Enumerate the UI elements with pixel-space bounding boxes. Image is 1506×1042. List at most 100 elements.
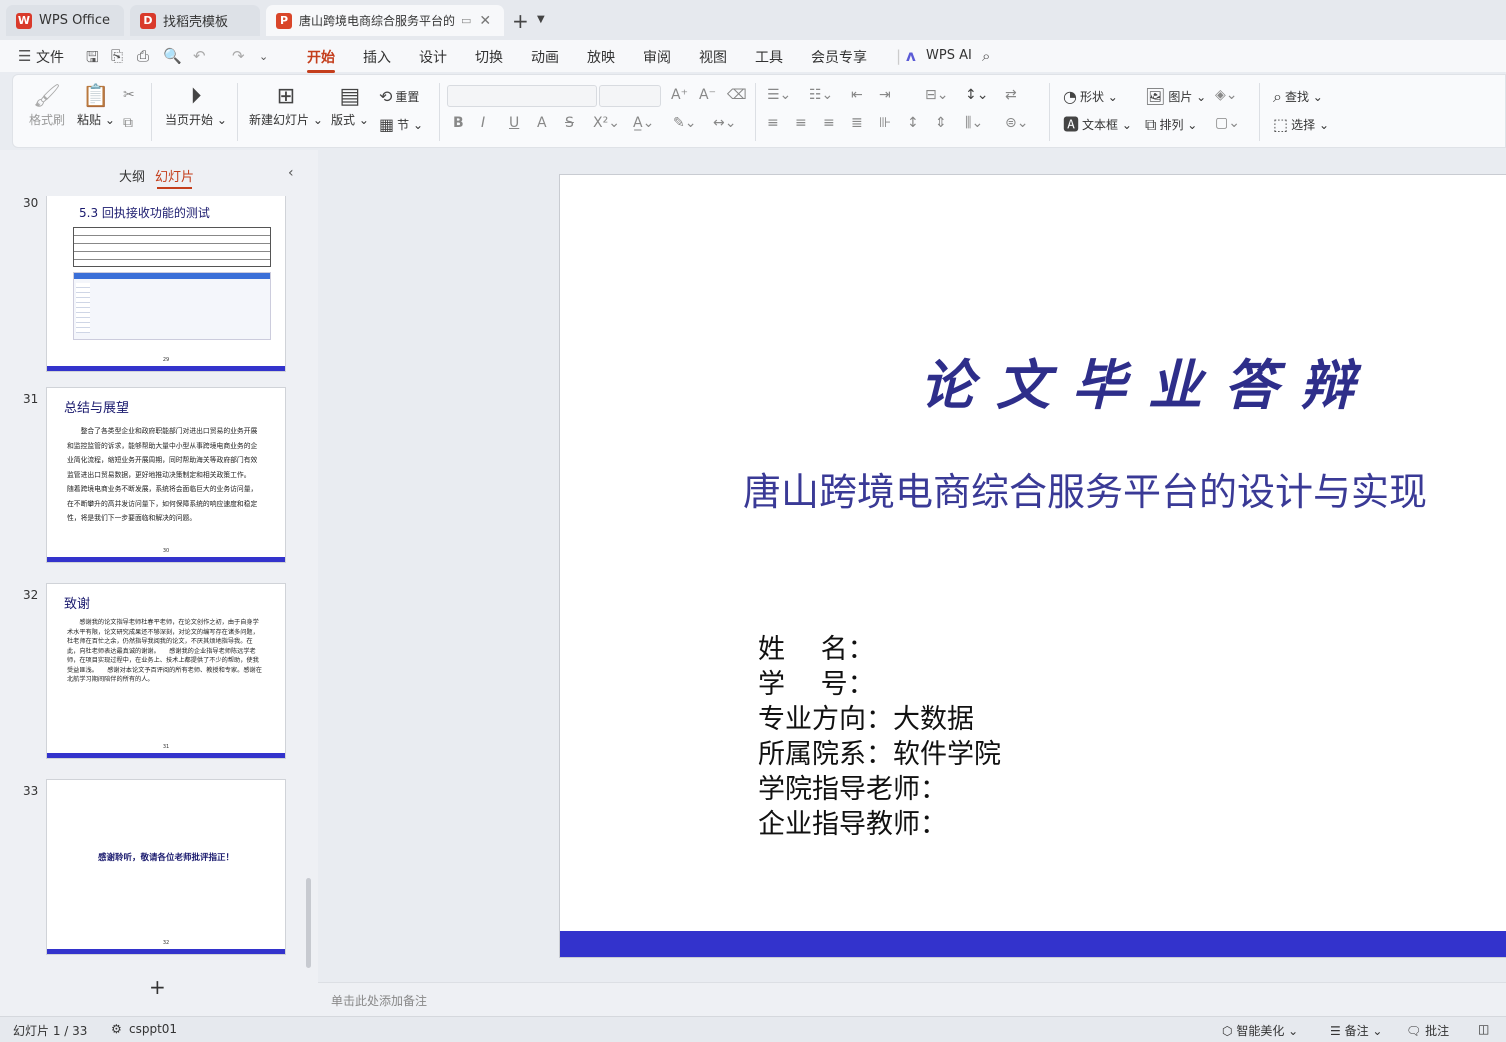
undo-icon[interactable]: ↶ (193, 47, 206, 65)
tab-wps-office[interactable]: W WPS Office (6, 5, 124, 36)
columns-icon[interactable]: ⫼⌄ (965, 115, 983, 131)
font-family-select[interactable] (447, 85, 597, 107)
sort-icon[interactable]: ↕⌄ (965, 87, 988, 103)
bold-icon[interactable]: B (453, 115, 464, 131)
notes-pane[interactable]: 单击此处添加备注 (318, 982, 1506, 1016)
bullets-icon[interactable]: ☰⌄ (767, 87, 791, 103)
decrease-indent-icon[interactable]: ⇤ (851, 87, 863, 103)
strikethrough-icon[interactable]: S (565, 115, 574, 131)
menu-file[interactable]: 文件 (36, 47, 64, 67)
search-icon[interactable]: ⌕ (982, 47, 990, 65)
arrange-button[interactable]: ⧉ 排列 ⌄ (1145, 116, 1197, 133)
convert-icon[interactable]: ⇄ (1005, 87, 1017, 103)
numbering-icon[interactable]: ☷⌄ (809, 87, 833, 103)
align-center-icon[interactable]: ≡ (795, 115, 807, 131)
share-icon[interactable]: ⎘ (111, 47, 123, 65)
justify-icon[interactable]: ≣ (851, 115, 863, 131)
menu-tools[interactable]: 工具 (755, 47, 783, 67)
redo-icon[interactable]: ↷ (232, 47, 245, 65)
increase-indent-icon[interactable]: ⇥ (879, 87, 891, 103)
align-right-icon[interactable]: ≡ (823, 115, 835, 131)
theme-name[interactable]: csppt01 (129, 1022, 177, 1036)
highlight-icon[interactable]: ✎⌄ (673, 115, 696, 131)
shape-button[interactable]: ◔ 形状 ⌄ (1063, 88, 1118, 105)
info-student-id[interactable]: 学 号： (758, 662, 875, 701)
italic-icon[interactable]: I (481, 115, 485, 131)
current-slide[interactable]: 论文毕业答辩 唐山跨境电商综合服务平台的设计与实现 姓 名： 学 号： 专业方向… (559, 174, 1506, 958)
print-preview-icon[interactable]: 🔍 (163, 47, 182, 65)
increase-font-icon[interactable]: A⁺ (671, 87, 688, 103)
slide-thumbnail-31[interactable]: 总结与展望 整合了各类型企业和政府职能部门对进出口贸易的业务开展和监控监管的诉求… (46, 387, 286, 563)
comments-button[interactable]: 🗨 批注 (1406, 1022, 1449, 1039)
text-direction-icon[interactable]: ⊟⌄ (925, 87, 948, 103)
tab-current-document[interactable]: P 唐山跨境电商综合服务平台的 ▭ ✕ (266, 5, 504, 36)
cut-icon[interactable]: ✂ (123, 87, 135, 103)
slide-subtitle[interactable]: 唐山跨境电商综合服务平台的设计与实现 (743, 461, 1427, 516)
menu-member[interactable]: 会员专享 (811, 47, 867, 67)
info-enterprise-advisor[interactable]: 企业指导教师： (758, 802, 947, 841)
find-button[interactable]: ⌕ 查找 ⌄ (1273, 88, 1323, 105)
menu-review[interactable]: 审阅 (643, 47, 671, 67)
layout-button[interactable]: ▤ 版式 ⌄ (331, 83, 369, 128)
font-size-select[interactable] (599, 85, 661, 107)
hamburger-menu-icon[interactable]: ☰ (18, 47, 31, 65)
line-spacing-icon[interactable]: ↕ (907, 115, 919, 131)
print-icon[interactable]: ⎙ (137, 47, 149, 65)
tab-outline[interactable]: 大纲 (119, 166, 145, 185)
panel-scrollbar[interactable] (306, 878, 311, 968)
save-icon[interactable]: 🖫 (86, 47, 99, 72)
fill-icon[interactable]: ◈⌄ (1215, 87, 1238, 103)
reset-button[interactable]: ⟲ 重置 (379, 88, 419, 105)
slide-thumbnail-33[interactable]: 感谢聆听，敬请各位老师批评指正！ 32 (46, 779, 286, 955)
beautify-button[interactable]: ⬡ 智能美化 ⌄ (1222, 1022, 1298, 1039)
picture-button[interactable]: 🖼 图片 ⌄ (1145, 88, 1206, 105)
menu-wps-ai[interactable]: WPS AI (926, 48, 972, 63)
align-left-icon[interactable]: ≡ (767, 115, 779, 131)
notes-button[interactable]: ☰ 备注 ⌄ (1330, 1022, 1382, 1039)
font-color-icon[interactable]: A̲⌄ (633, 115, 654, 131)
paragraph-spacing-icon[interactable]: ⇕ (935, 115, 947, 131)
info-major[interactable]: 专业方向：大数据 (758, 697, 974, 736)
new-tab-button[interactable]: + (512, 9, 529, 33)
superscript-icon[interactable]: X²⌄ (593, 115, 620, 131)
start-from-current-button[interactable]: ⏵ 当页开始 ⌄ (165, 83, 227, 128)
tab-docer-templates[interactable]: D 找稻壳模板 (130, 5, 260, 36)
slide-thumbnail-32[interactable]: 致谢 感谢我的论文指导老师杜春平老师，在论文创作之初，由于自身学术水平有限，论文… (46, 583, 286, 759)
menu-insert[interactable]: 插入 (363, 47, 391, 67)
char-spacing-icon[interactable]: ↔⌄ (713, 115, 736, 131)
info-academic-advisor[interactable]: 学院指导老师： (758, 767, 947, 806)
info-department[interactable]: 所属院系：软件学院 (758, 732, 1001, 771)
format-painter-button[interactable]: 🖌 格式刷 (29, 83, 65, 128)
tab-list-chevron-icon[interactable]: ▼ (537, 14, 545, 25)
add-slide-button[interactable]: + (149, 975, 166, 999)
slide-title[interactable]: 论文毕业答辩 (920, 341, 1376, 420)
info-name[interactable]: 姓 名： (758, 627, 875, 666)
section-button[interactable]: ▦ 节 ⌄ (379, 116, 423, 133)
clear-format-icon[interactable]: ⌫ (727, 87, 747, 103)
menu-slideshow[interactable]: 放映 (587, 47, 615, 67)
distribute-icon[interactable]: ⊪ (879, 115, 891, 131)
paste-button[interactable]: 📋 粘贴 ⌄ (77, 83, 115, 128)
textbox-button[interactable]: 🅰 文本框 ⌄ (1063, 116, 1132, 133)
menu-bar: ☰ 文件 🖫 ⎘ ⎙ 🔍 ↶ ↷ ⌄ 开始 插入 设计 切换 动画 放映 审阅 … (0, 40, 1506, 73)
collapse-panel-icon[interactable]: ‹ (288, 165, 294, 181)
menu-transitions[interactable]: 切换 (475, 47, 503, 67)
notes-placeholder[interactable]: 单击此处添加备注 (331, 992, 427, 1009)
vertical-align-icon[interactable]: ⊜⌄ (1005, 115, 1028, 131)
underline-icon[interactable]: U (509, 115, 519, 131)
menu-view[interactable]: 视图 (699, 47, 727, 67)
text-shadow-icon[interactable]: A (537, 115, 547, 131)
outline-icon[interactable]: ▢⌄ (1215, 115, 1240, 131)
decrease-font-icon[interactable]: A⁻ (699, 87, 716, 103)
slide-thumbnail-30[interactable]: 5.3 回执接收功能的测试 29 (46, 196, 286, 372)
menu-design[interactable]: 设计 (419, 47, 447, 67)
tab-slides[interactable]: 幻灯片 (155, 166, 194, 189)
menu-home[interactable]: 开始 (307, 47, 335, 73)
select-button[interactable]: ⬚ 选择 ⌄ (1273, 116, 1329, 133)
close-tab-icon[interactable]: ✕ (479, 13, 491, 29)
copy-icon[interactable]: ⧉ (123, 115, 133, 131)
normal-view-icon[interactable]: ◫ (1478, 1022, 1489, 1036)
more-chevron-icon[interactable]: ⌄ (259, 50, 268, 63)
menu-animations[interactable]: 动画 (531, 47, 559, 67)
new-slide-button[interactable]: ⊞ 新建幻灯片 ⌄ (249, 83, 323, 128)
